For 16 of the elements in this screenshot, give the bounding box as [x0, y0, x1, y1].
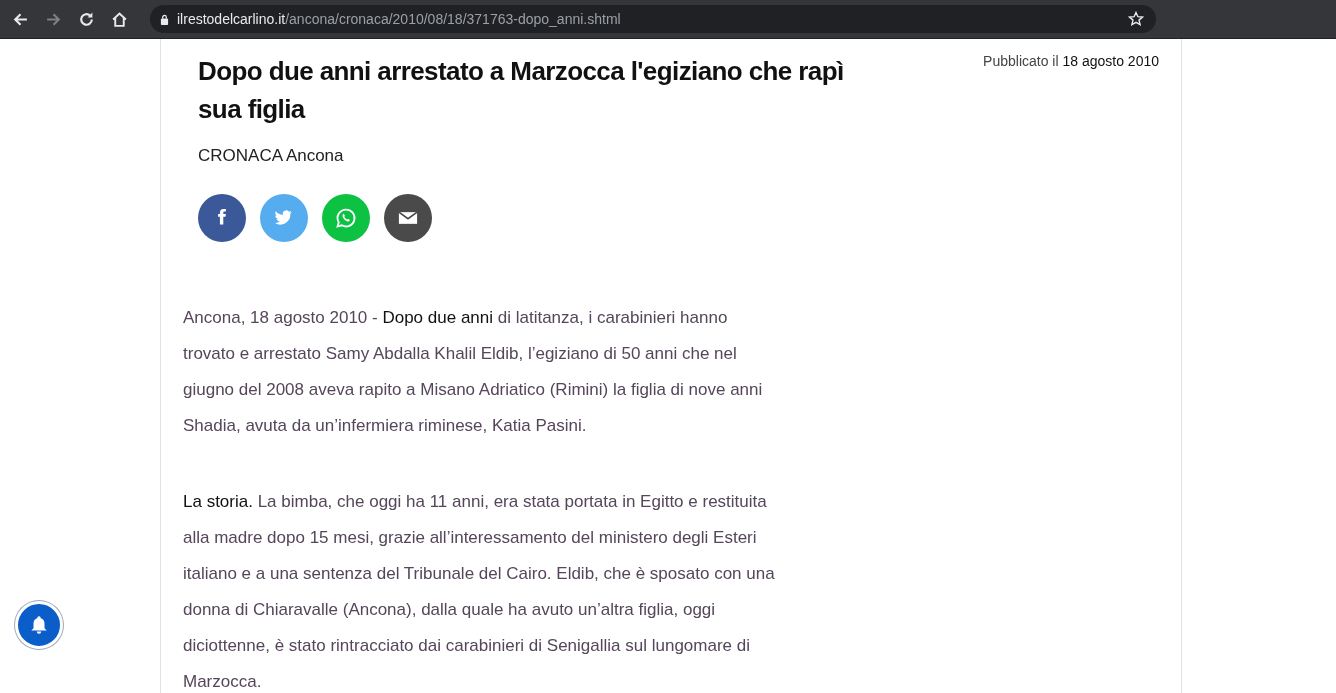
address-bar[interactable]: ilrestodelcarlino.it/ancona/cronaca/2010/08/18/371763-dopo_anni.shtml	[150, 5, 1156, 33]
email-share-button[interactable]	[384, 194, 432, 242]
bookmark-star-icon[interactable]	[1128, 11, 1144, 27]
city-label: Ancona	[285, 146, 344, 165]
section-label: CRONACA	[198, 146, 283, 165]
reload-icon[interactable]	[78, 10, 95, 28]
article-title: Dopo due anni arrestato a Marzocca l'egiziano che rapì sua figlia	[198, 55, 844, 126]
publish-date: Pubblicato il 18 agosto 2010	[983, 53, 1159, 71]
article-paragraph: Ancona, 18 agosto 2010 - Dopo due anni di latitanza, i carabinieri hanno trovato e arrestato Samy Abdalla Khalil Eldib, l’egiziano di 50 anni che nel giugno del 2008 aveva rapito a Misano Adriatico (Rimini) la figlia di nove anni Shadia, avuta da un’infermiera riminese, Katia Pasini.	[183, 307, 764, 437]
notification-bell-button[interactable]	[15, 601, 63, 649]
url-text: ilrestodelcarlino.it/ancona/cronaca/2010/08/18/371763-dopo_anni.shtml	[177, 11, 622, 27]
lock-icon	[160, 13, 169, 25]
home-icon[interactable]	[111, 10, 128, 28]
article-paragraph: La storia. La bimba, che oggi ha 11 anni, era stata portata in Egitto e restituita alla madre dopo 15 mesi, grazie all’interessamento del ministero degli Esteri italiano e a una sentenza del Tribunale del Cairo. Eldib, che è sposato con una donna di Chiaravalle (Ancona), dalla quale ha avuto un’altra figlia, oggi diciottenne, è stato rintracciato dai carabinieri di Senigallia sul lungomare di Marzocca.	[183, 491, 776, 693]
facebook-share-button[interactable]	[198, 194, 246, 242]
bell-icon	[28, 614, 50, 636]
